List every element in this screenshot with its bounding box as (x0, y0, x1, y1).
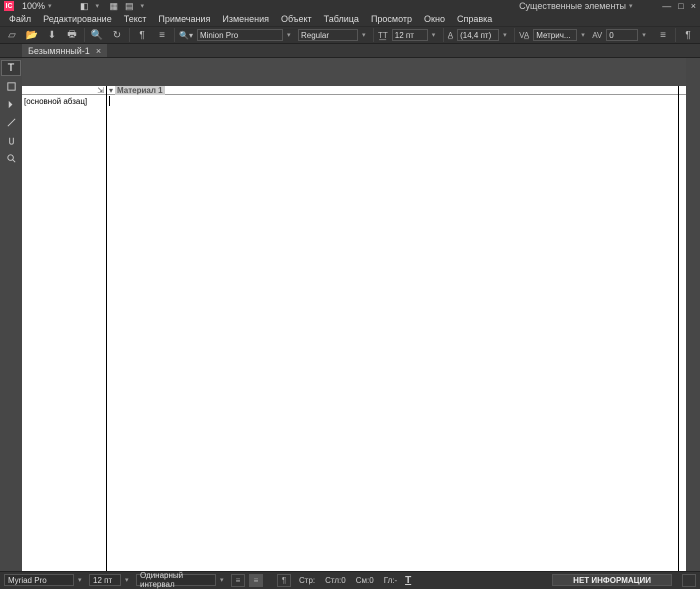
new-icon[interactable]: ▱ (4, 28, 20, 42)
style-dropdown[interactable]: ▾ (362, 31, 369, 39)
document-tabs: Безымянный-1 × (0, 44, 700, 58)
separator (84, 28, 85, 42)
menu-help[interactable]: Справка (452, 14, 497, 24)
sb-size-dropdown[interactable]: ▾ (125, 576, 132, 584)
menu-changes[interactable]: Изменения (217, 14, 274, 24)
sb-font-family[interactable]: Myriad Pro (4, 574, 74, 586)
leading-dropdown[interactable]: ▾ (503, 31, 510, 39)
right-panel-strip[interactable] (686, 58, 700, 571)
menu-window[interactable]: Окно (419, 14, 450, 24)
zoom-dropdown[interactable]: ▾ (48, 2, 55, 10)
note-tool[interactable] (1, 78, 21, 94)
sb-leading-dropdown[interactable]: ▾ (220, 576, 227, 584)
save-icon[interactable]: ⬇ (44, 28, 60, 42)
open-icon[interactable]: 📂 (24, 28, 40, 42)
size-dropdown[interactable]: ▾ (432, 31, 439, 39)
sb-font-dropdown[interactable]: ▾ (78, 576, 85, 584)
swatch-dropdown[interactable]: ▾ (96, 2, 103, 10)
font-size-input[interactable]: 12 пт (392, 29, 428, 41)
control-bar: ▱ 📂 ⬇ 🖶 🔍 ↻ ¶ ≡ 🔍▾ Minion Pro ▾ Regular … (0, 26, 700, 44)
depth-ruler (678, 86, 686, 571)
separator (514, 28, 515, 42)
status-bar: Myriad Pro ▾ 12 пт ▾ Одинарный интервал … (0, 571, 700, 588)
text-caret (109, 96, 110, 106)
hand-tool[interactable] (1, 132, 21, 148)
font-search-icon[interactable]: 🔍▾ (179, 31, 193, 40)
style-column: ⇲ [основной абзац] (22, 86, 107, 571)
para-button[interactable]: ¶ (277, 574, 291, 587)
sb-ch-label: См:0 (356, 576, 374, 585)
kerning-icon: VA̲ (519, 31, 529, 40)
font-style-input[interactable]: Regular (298, 29, 358, 41)
grid-icon[interactable]: ▤ (125, 1, 134, 12)
tracking-dropdown[interactable]: ▾ (642, 31, 649, 39)
menu-bar: Файл Редактирование Текст Примечания Изм… (0, 12, 700, 26)
sb-words-label: Гл:- (384, 576, 397, 585)
swatch-icon[interactable]: ◧ (80, 1, 89, 12)
sb-line-label: Стр: (299, 576, 315, 585)
type-tool[interactable]: T (1, 60, 21, 76)
separator (174, 28, 175, 42)
menu-edit[interactable]: Редактирование (38, 14, 117, 24)
paragraph-style-label[interactable]: [основной абзац] (22, 95, 106, 108)
track-icon[interactable]: ↻ (109, 28, 125, 42)
workspace-dropdown[interactable]: ▾ (629, 2, 636, 10)
justify-icon[interactable]: ≡ (655, 28, 671, 42)
find-icon[interactable]: 🔍 (89, 28, 105, 42)
separator (373, 28, 374, 42)
close-button[interactable]: × (691, 1, 696, 11)
zoom-level[interactable]: 100% (22, 1, 45, 11)
list-icon[interactable]: ≡ (154, 28, 170, 42)
sb-leading[interactable]: Одинарный интервал (136, 574, 216, 586)
text-column[interactable]: ▾ Материал 1 (107, 86, 678, 571)
typography-icon[interactable]: T (401, 574, 415, 587)
align-center-button[interactable]: ≡ (249, 574, 263, 587)
leading-input[interactable]: (14,4 пт) (457, 29, 499, 41)
sb-col-label: Стл:0 (325, 576, 346, 585)
kerning-input[interactable]: Метрич... (533, 29, 577, 41)
tracking-icon: AV (592, 31, 602, 40)
menu-object[interactable]: Объект (276, 14, 317, 24)
kerning-dropdown[interactable]: ▾ (581, 31, 588, 39)
menu-notes[interactable]: Примечания (153, 14, 215, 24)
align-left-button[interactable]: ≡ (231, 574, 245, 587)
separator (129, 28, 130, 42)
zoom-tool[interactable] (1, 150, 21, 166)
view-dropdown[interactable]: ▾ (141, 2, 148, 10)
library-icon[interactable]: ▦ (110, 1, 119, 12)
close-tab-icon[interactable]: × (96, 46, 101, 56)
separator (443, 28, 444, 42)
expand-button[interactable] (682, 574, 696, 587)
document-tab-label: Безымянный-1 (28, 46, 90, 56)
font-dropdown[interactable]: ▾ (287, 31, 294, 39)
editor-area: Гранки Материал Макет ⇲ [основной абзац]… (22, 58, 686, 571)
eyedropper-tool[interactable] (1, 114, 21, 130)
menu-type[interactable]: Текст (119, 14, 152, 24)
section-name: Материал 1 (115, 86, 165, 95)
separator (675, 28, 676, 42)
section-toggle-icon[interactable]: ▾ (109, 86, 113, 95)
minimize-button[interactable]: — (662, 1, 671, 11)
sb-font-size[interactable]: 12 пт (89, 574, 121, 586)
toolbox: T (0, 58, 22, 571)
menu-view[interactable]: Просмотр (366, 14, 417, 24)
print-icon[interactable]: 🖶 (64, 28, 80, 42)
workspace-switcher[interactable]: Существенные элементы (519, 1, 626, 11)
pilcrow-icon[interactable]: ¶ (134, 28, 150, 42)
restore-button[interactable]: □ (678, 1, 683, 11)
overflow-indicator: ⇲ (97, 86, 104, 95)
font-family-input[interactable]: Minion Pro (197, 29, 283, 41)
menu-table[interactable]: Таблица (319, 14, 364, 24)
leading-icon: A̲ (448, 31, 453, 40)
font-size-icon: T͟T (378, 31, 388, 40)
tracking-input[interactable]: 0 (606, 29, 638, 41)
paragraph-icon[interactable]: ¶ (680, 28, 696, 42)
app-icon: IC (4, 1, 14, 11)
document-tab[interactable]: Безымянный-1 × (22, 44, 107, 57)
menu-file[interactable]: Файл (4, 14, 36, 24)
position-tool[interactable] (1, 96, 21, 112)
preflight-status[interactable]: НЕТ ИНФОРМАЦИИ (552, 574, 672, 586)
